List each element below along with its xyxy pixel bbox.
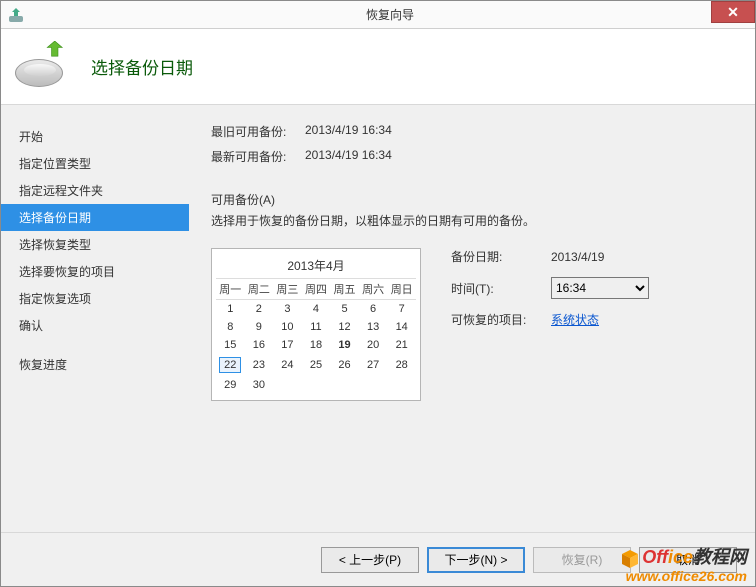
backup-date-value: 2013/4/19 (551, 250, 604, 264)
wizard-footer: < 上一步(P) 下一步(N) > 恢复(R) 取消 (1, 532, 755, 586)
oldest-backup-value: 2013/4/19 16:34 (305, 123, 392, 140)
calendar-day[interactable]: 6 (359, 300, 388, 319)
calendar-day[interactable]: 28 (387, 354, 416, 376)
calendar-day[interactable]: 2 (245, 300, 274, 319)
calendar-day[interactable]: 30 (245, 376, 274, 394)
restore-icon (15, 41, 67, 93)
calendar-day[interactable]: 10 (273, 318, 302, 336)
calendar-weekday: 周日 (387, 279, 416, 300)
sidebar-item[interactable]: 确认 (1, 312, 189, 339)
window-body: 选择备份日期 开始指定位置类型指定远程文件夹选择备份日期选择恢复类型选择要恢复的… (1, 29, 755, 586)
sidebar-item[interactable]: 开始 (1, 123, 189, 150)
oldest-backup-row: 最旧可用备份: 2013/4/19 16:34 (211, 123, 733, 140)
calendar-day[interactable]: 15 (216, 336, 245, 354)
newest-backup-value: 2013/4/19 16:34 (305, 148, 392, 165)
page-title: 选择备份日期 (91, 54, 193, 79)
recover-button: 恢复(R) (533, 547, 631, 573)
app-icon (7, 6, 25, 24)
close-button[interactable]: ✕ (711, 1, 755, 23)
calendar-weekday: 周四 (302, 279, 331, 300)
calendar-day[interactable]: 18 (302, 336, 331, 354)
close-icon: ✕ (727, 4, 739, 21)
calendar-day (273, 376, 302, 394)
calendar-weekday: 周三 (273, 279, 302, 300)
newest-backup-row: 最新可用备份: 2013/4/19 16:34 (211, 148, 733, 165)
calendar-day[interactable]: 22 (216, 354, 245, 376)
calendar-day[interactable]: 19 (330, 336, 359, 354)
calendar-day[interactable]: 29 (216, 376, 245, 394)
calendar-day[interactable]: 13 (359, 318, 388, 336)
calendar-weekday: 周二 (245, 279, 274, 300)
cancel-button[interactable]: 取消 (639, 547, 737, 573)
calendar-day[interactable]: 4 (302, 300, 331, 319)
calendar-day[interactable]: 12 (330, 318, 359, 336)
backup-date-label: 备份日期: (451, 248, 551, 265)
calendar-day[interactable]: 1 (216, 300, 245, 319)
sidebar-item[interactable]: 恢复进度 (1, 351, 189, 378)
sidebar-item[interactable]: 选择恢复类型 (1, 231, 189, 258)
calendar-day[interactable]: 16 (245, 336, 274, 354)
calendar-day[interactable]: 3 (273, 300, 302, 319)
oldest-backup-label: 最旧可用备份: (211, 123, 305, 140)
main-panel: 最旧可用备份: 2013/4/19 16:34 最新可用备份: 2013/4/1… (189, 105, 755, 532)
calendar-day[interactable]: 17 (273, 336, 302, 354)
calendar-day[interactable]: 27 (359, 354, 388, 376)
recoverable-link[interactable]: 系统状态 (551, 311, 599, 328)
sidebar-item[interactable]: 指定远程文件夹 (1, 177, 189, 204)
time-select[interactable]: 16:34 (551, 277, 649, 299)
calendar-weekday: 周六 (359, 279, 388, 300)
calendar-month-title: 2013年4月 (216, 255, 416, 278)
calendar-weekday: 周五 (330, 279, 359, 300)
calendar-day[interactable]: 20 (359, 336, 388, 354)
calendar-day[interactable]: 5 (330, 300, 359, 319)
wizard-sidebar: 开始指定位置类型指定远程文件夹选择备份日期选择恢复类型选择要恢复的项目指定恢复选… (1, 105, 189, 532)
sidebar-item[interactable]: 指定恢复选项 (1, 285, 189, 312)
calendar-day[interactable]: 14 (387, 318, 416, 336)
sidebar-item[interactable]: 选择备份日期 (1, 204, 189, 231)
calendar-day (330, 376, 359, 394)
calendar-day[interactable]: 24 (273, 354, 302, 376)
newest-backup-label: 最新可用备份: (211, 148, 305, 165)
available-title: 可用备份(A) (211, 191, 733, 208)
calendar-day[interactable]: 23 (245, 354, 274, 376)
sidebar-item[interactable]: 选择要恢复的项目 (1, 258, 189, 285)
sidebar-item[interactable]: 指定位置类型 (1, 150, 189, 177)
detail-row: 2013年4月 周一周二周三周四周五周六周日 12345678910111213… (211, 248, 733, 401)
calendar-day (359, 376, 388, 394)
calendar-day[interactable]: 9 (245, 318, 274, 336)
calendar-day[interactable]: 26 (330, 354, 359, 376)
titlebar: 恢复向导 ✕ (1, 1, 755, 29)
calendar-day[interactable]: 8 (216, 318, 245, 336)
calendar-day[interactable]: 11 (302, 318, 331, 336)
window-title: 恢复向导 (25, 6, 755, 23)
calendar-day (302, 376, 331, 394)
calendar-grid: 周一周二周三周四周五周六周日 1234567891011121314151617… (216, 278, 416, 394)
calendar-weekday: 周一 (216, 279, 245, 300)
content-area: 开始指定位置类型指定远程文件夹选择备份日期选择恢复类型选择要恢复的项目指定恢复选… (1, 105, 755, 532)
available-desc: 选择用于恢复的备份日期，以粗体显示的日期有可用的备份。 (211, 212, 733, 230)
calendar[interactable]: 2013年4月 周一周二周三周四周五周六周日 12345678910111213… (211, 248, 421, 401)
time-label: 时间(T): (451, 280, 551, 297)
wizard-header: 选择备份日期 (1, 29, 755, 105)
calendar-day (387, 376, 416, 394)
recoverable-label: 可恢复的项目: (451, 311, 551, 328)
next-button[interactable]: 下一步(N) > (427, 547, 525, 573)
sidebar-spacer (1, 339, 189, 351)
calendar-day[interactable]: 7 (387, 300, 416, 319)
calendar-day[interactable]: 25 (302, 354, 331, 376)
backup-details: 备份日期: 2013/4/19 时间(T): 16:34 可恢复的项目: 系统状… (451, 248, 733, 401)
prev-button[interactable]: < 上一步(P) (321, 547, 419, 573)
calendar-day[interactable]: 21 (387, 336, 416, 354)
wizard-window: 恢复向导 ✕ 选择备份日期 开始指定位置类型指定远程文件夹选择备份日期选择恢复类… (0, 0, 756, 587)
